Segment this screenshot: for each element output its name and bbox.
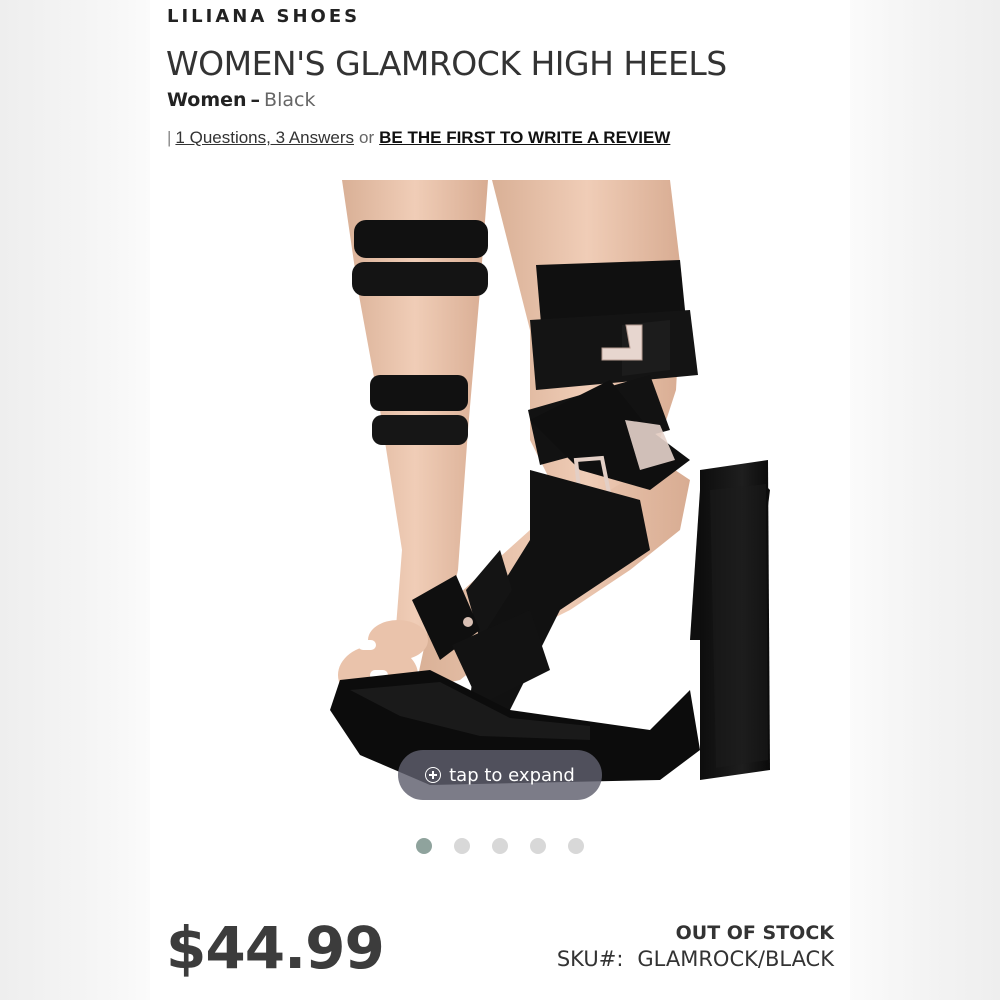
tap-to-expand-label: tap to expand (449, 764, 575, 786)
reviews-or-text: or (359, 128, 375, 147)
brand-name: LILIANA SHOES (167, 6, 361, 27)
reviews-line: | 1 Questions, 3 Answers or BE THE FIRST TO… (167, 128, 670, 148)
product-price: $44.99 (166, 914, 385, 982)
product-color: Black (264, 89, 316, 111)
subtitle-separator: – (250, 89, 261, 111)
product-image[interactable] (230, 170, 770, 830)
left-background-margin (0, 0, 150, 1000)
gallery-dot-4[interactable] (530, 838, 546, 854)
sku-value: GLAMROCK/BLACK (637, 947, 834, 971)
questions-answers-link[interactable]: 1 Questions, 3 Answers (175, 128, 354, 147)
product-title: WOMEN'S GLAMROCK HIGH HEELS (166, 44, 727, 83)
gallery-dot-2[interactable] (454, 838, 470, 854)
gallery-dot-5[interactable] (568, 838, 584, 854)
sku-line: SKU#: GLAMROCK/BLACK (557, 947, 834, 971)
reviews-separator: | (167, 128, 172, 147)
product-subtitle: Women – Black (167, 89, 315, 111)
tap-to-expand-button[interactable]: tap to expand (398, 750, 602, 800)
product-category: Women (167, 89, 247, 111)
product-page: LILIANA SHOES WOMEN'S GLAMROCK HIGH HEEL… (150, 0, 850, 1000)
gallery-dot-3[interactable] (492, 838, 508, 854)
gallery-pagination (416, 838, 584, 854)
sku-label: SKU#: (556, 947, 624, 971)
write-review-link[interactable]: BE THE FIRST TO WRITE A REVIEW (379, 128, 670, 147)
plus-circle-icon (425, 767, 442, 783)
right-background-margin (850, 0, 1000, 1000)
stock-status: OUT OF STOCK (675, 922, 834, 944)
gallery-dot-1[interactable] (416, 838, 432, 854)
